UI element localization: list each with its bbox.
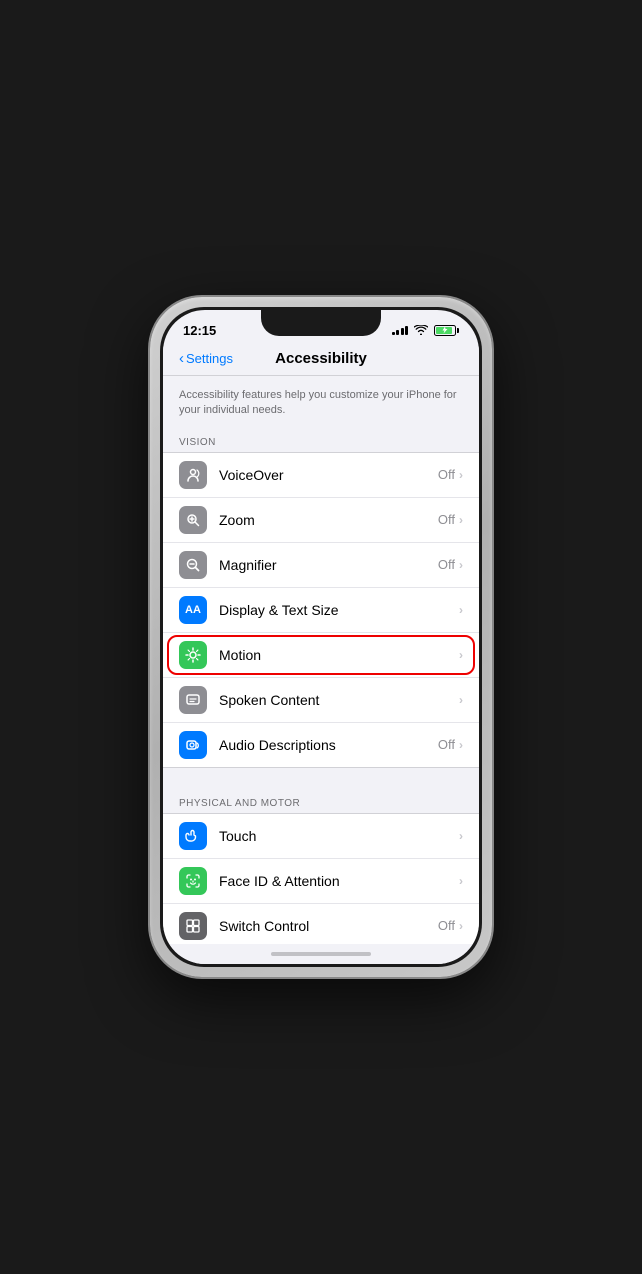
magnifier-icon — [179, 551, 207, 579]
magnifier-value: Off — [438, 557, 455, 572]
notch — [261, 310, 381, 336]
motion-label: Motion — [219, 647, 459, 663]
faceid-chevron-icon: › — [459, 874, 463, 888]
audio-label: Audio Descriptions — [219, 737, 438, 753]
display-icon: AA — [179, 596, 207, 624]
list-item[interactable]: Zoom Off › — [163, 498, 479, 543]
phone-inner: 12:15 — [160, 307, 482, 967]
magnifier-label: Magnifier — [219, 557, 438, 573]
description-text: Accessibility features help you customiz… — [163, 376, 479, 431]
touch-label: Touch — [219, 828, 459, 844]
home-bar — [271, 952, 371, 956]
back-chevron-icon: ‹ — [179, 350, 184, 367]
screen: 12:15 — [163, 310, 479, 964]
faceid-icon — [179, 867, 207, 895]
phone-frame: 12:15 — [150, 297, 492, 977]
list-item[interactable]: Face ID & Attention › — [163, 859, 479, 904]
voiceover-chevron-icon: › — [459, 468, 463, 482]
list-item[interactable]: VoiceOver Off › — [163, 453, 479, 498]
back-label: Settings — [186, 351, 233, 366]
switch-value: Off — [438, 918, 455, 933]
spoken-chevron-icon: › — [459, 693, 463, 707]
magnifier-chevron-icon: › — [459, 558, 463, 572]
zoom-chevron-icon: › — [459, 513, 463, 527]
voiceover-icon — [179, 461, 207, 489]
touch-chevron-icon: › — [459, 829, 463, 843]
touch-icon — [179, 822, 207, 850]
battery-icon — [434, 325, 459, 336]
vision-list: VoiceOver Off › — [163, 452, 479, 768]
zoom-label: Zoom — [219, 512, 438, 528]
display-label: Display & Text Size — [219, 602, 459, 618]
section-header-vision: VISION — [163, 431, 479, 452]
zoom-icon — [179, 506, 207, 534]
nav-bar: ‹ Settings Accessibility — [163, 346, 479, 376]
list-item[interactable]: AA Display & Text Size › — [163, 588, 479, 633]
display-chevron-icon: › — [459, 603, 463, 617]
list-item[interactable]: Audio Descriptions Off › — [163, 723, 479, 767]
back-button[interactable]: ‹ Settings — [179, 351, 259, 367]
spoken-label: Spoken Content — [219, 692, 459, 708]
motion-chevron-icon: › — [459, 648, 463, 662]
switch-icon — [179, 912, 207, 940]
audio-icon — [179, 731, 207, 759]
content-scroll[interactable]: Accessibility features help you customiz… — [163, 376, 479, 944]
list-item[interactable]: Magnifier Off › — [163, 543, 479, 588]
faceid-label: Face ID & Attention — [219, 873, 459, 889]
wifi-icon — [414, 325, 428, 335]
section-header-physical: PHYSICAL AND MOTOR — [163, 792, 479, 813]
audio-chevron-icon: › — [459, 738, 463, 752]
switch-label: Switch Control — [219, 918, 438, 934]
voiceover-label: VoiceOver — [219, 467, 438, 483]
signal-bars-icon — [392, 325, 409, 335]
list-item[interactable]: Switch Control Off › — [163, 904, 479, 944]
zoom-value: Off — [438, 512, 455, 527]
home-indicator — [163, 944, 479, 964]
list-item[interactable]: Spoken Content › — [163, 678, 479, 723]
switch-chevron-icon: › — [459, 919, 463, 933]
audio-value: Off — [438, 737, 455, 752]
motion-icon — [179, 641, 207, 669]
status-icons — [392, 325, 460, 336]
section-gap — [163, 768, 479, 792]
status-time: 12:15 — [183, 323, 216, 338]
page-title: Accessibility — [259, 350, 383, 367]
spoken-icon — [179, 686, 207, 714]
list-item-motion[interactable]: Motion › — [163, 633, 479, 678]
voiceover-value: Off — [438, 467, 455, 482]
list-item[interactable]: Touch › — [163, 814, 479, 859]
physical-list: Touch › — [163, 813, 479, 944]
